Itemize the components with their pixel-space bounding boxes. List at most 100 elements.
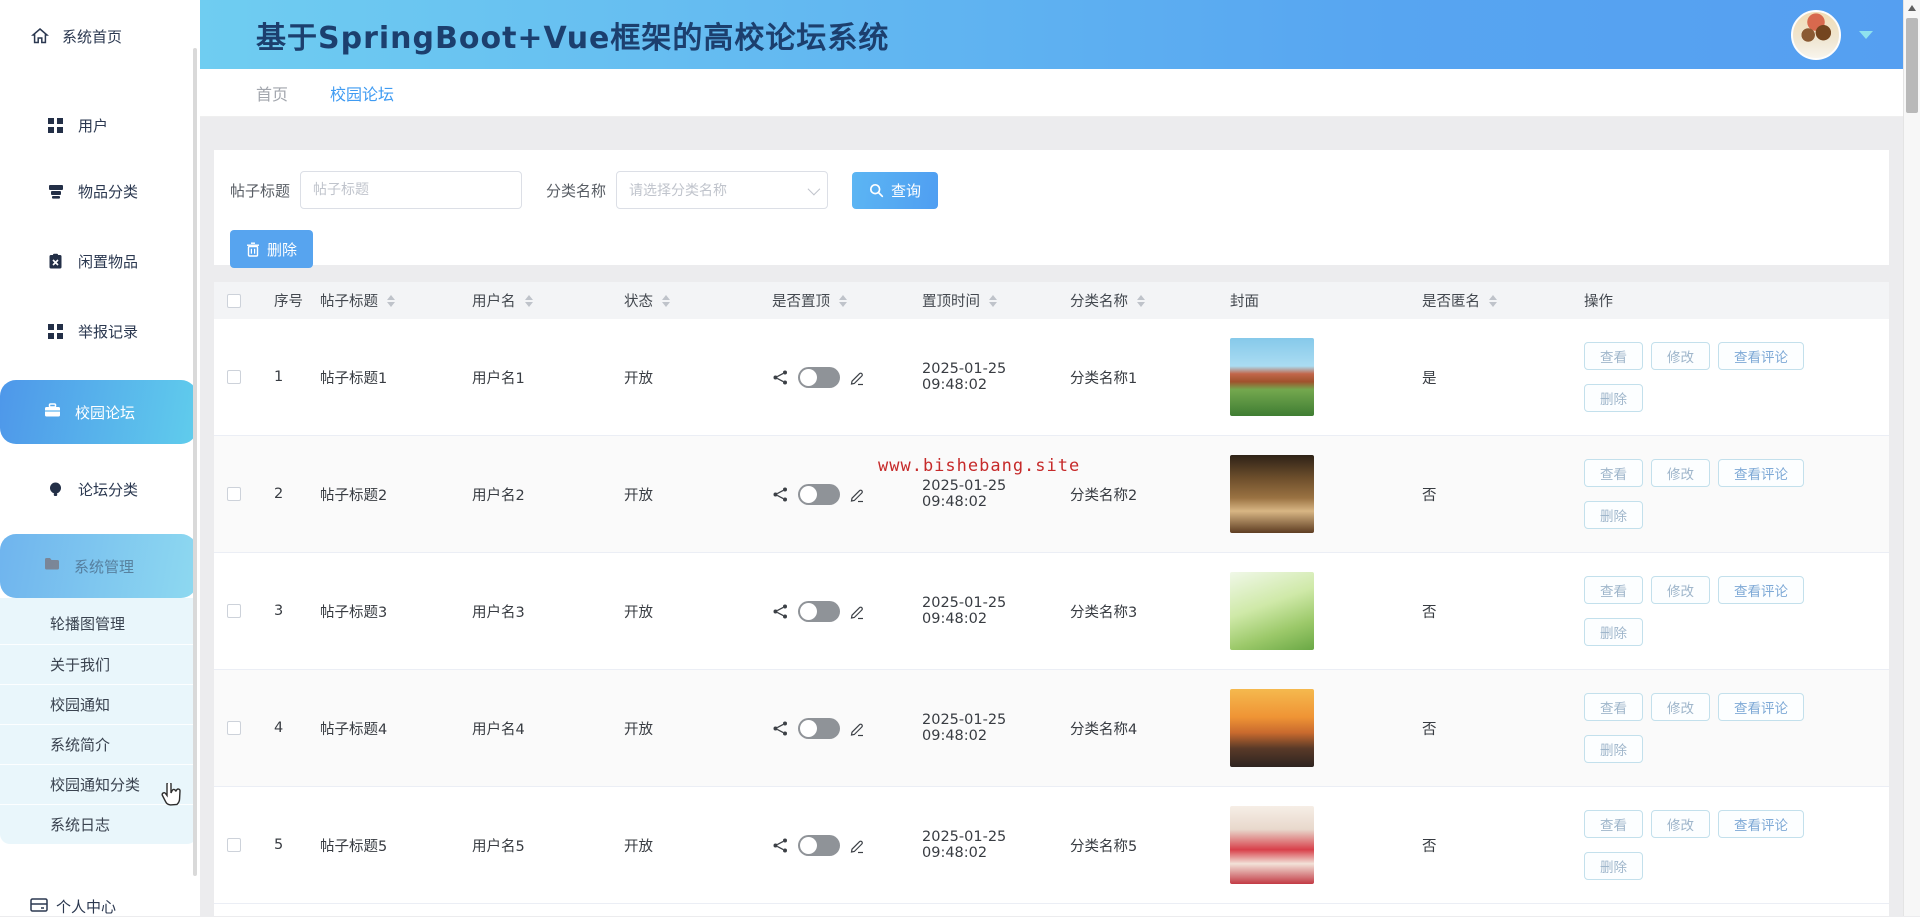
submenu-item-system-log[interactable]: 系统日志 bbox=[0, 804, 197, 844]
chevron-down-icon[interactable] bbox=[1859, 31, 1873, 39]
cover-image[interactable] bbox=[1230, 338, 1314, 416]
sidebar-scrollbar-thumb[interactable] bbox=[193, 48, 197, 876]
row-checkbox[interactable] bbox=[227, 721, 241, 735]
sidebar-item-home[interactable]: 系统首页 bbox=[0, 16, 122, 56]
column-header-anonymous[interactable]: 是否匿名 bbox=[1422, 290, 1480, 311]
sort-icon[interactable] bbox=[1137, 295, 1145, 307]
sidebar-item-personal-center[interactable]: 个人中心 bbox=[30, 896, 116, 917]
tab-campus-forum[interactable]: 校园论坛 bbox=[330, 81, 394, 105]
pin-toggle[interactable] bbox=[798, 484, 840, 505]
row-checkbox[interactable] bbox=[227, 487, 241, 501]
home-icon bbox=[30, 27, 49, 46]
sidebar-item-forum-category[interactable]: 论坛分类 bbox=[0, 458, 200, 520]
view-button[interactable]: 查看 bbox=[1584, 459, 1643, 487]
edit-pencil-icon[interactable] bbox=[849, 837, 866, 854]
delete-row-button[interactable]: 删除 bbox=[1584, 735, 1643, 763]
sort-icon[interactable] bbox=[989, 295, 997, 307]
edit-button[interactable]: 修改 bbox=[1651, 810, 1710, 838]
sidebar-item-item-category[interactable]: 物品分类 bbox=[0, 156, 200, 226]
category-select[interactable]: 请选择分类名称 bbox=[616, 171, 828, 209]
sort-icon[interactable] bbox=[662, 295, 670, 307]
posts-table: 序号 帖子标题 用户名 状态 是否置顶 置顶时间 分类名称 封面 是否匿名 操作… bbox=[214, 282, 1889, 916]
row-checkbox[interactable] bbox=[227, 838, 241, 852]
grid-icon bbox=[46, 322, 65, 341]
view-button[interactable]: 查看 bbox=[1584, 342, 1643, 370]
cover-image[interactable] bbox=[1230, 455, 1314, 533]
view-comments-button[interactable]: 查看评论 bbox=[1718, 459, 1804, 487]
delete-row-button[interactable]: 删除 bbox=[1584, 852, 1643, 880]
search-icon bbox=[869, 183, 884, 198]
sidebar-item-label: 论坛分类 bbox=[78, 479, 138, 500]
submenu-item-carousel[interactable]: 轮播图管理 bbox=[0, 604, 197, 644]
column-header-pinned[interactable]: 是否置顶 bbox=[772, 290, 830, 311]
sidebar-item-campus-forum-active[interactable]: 校园论坛 bbox=[0, 380, 197, 444]
submenu-item-about-us[interactable]: 关于我们 bbox=[0, 644, 197, 684]
column-header-category[interactable]: 分类名称 bbox=[1070, 290, 1128, 311]
sidebar-item-users[interactable]: 用户 bbox=[0, 94, 200, 156]
view-button[interactable]: 查看 bbox=[1584, 810, 1643, 838]
cover-image[interactable] bbox=[1230, 689, 1314, 767]
view-comments-button[interactable]: 查看评论 bbox=[1718, 576, 1804, 604]
edit-button[interactable]: 修改 bbox=[1651, 342, 1710, 370]
column-header-pin-time[interactable]: 置顶时间 bbox=[922, 290, 980, 311]
post-title-input[interactable] bbox=[300, 171, 522, 209]
sidebar-item-idle-items[interactable]: 闲置物品 bbox=[0, 226, 200, 296]
delete-button-label: 删除 bbox=[267, 239, 297, 260]
sort-icon[interactable] bbox=[387, 295, 395, 307]
view-comments-button[interactable]: 查看评论 bbox=[1718, 810, 1804, 838]
edit-pencil-icon[interactable] bbox=[849, 603, 866, 620]
delete-row-button[interactable]: 删除 bbox=[1584, 618, 1643, 646]
sidebar-item-reports[interactable]: 举报记录 bbox=[0, 296, 200, 366]
share-icon[interactable] bbox=[772, 603, 789, 620]
delete-row-button[interactable]: 删除 bbox=[1584, 501, 1643, 529]
edit-pencil-icon[interactable] bbox=[849, 720, 866, 737]
submenu-item-system-intro[interactable]: 系统简介 bbox=[0, 724, 197, 764]
table-row: 4 帖子标题4 用户名4 开放 2025-01-25 09:48:02 分类名称… bbox=[214, 670, 1889, 787]
pin-toggle[interactable] bbox=[798, 601, 840, 622]
table-row: 3 帖子标题3 用户名3 开放 2025-01-25 09:48:02 分类名称… bbox=[214, 553, 1889, 670]
submenu-item-campus-notice[interactable]: 校园通知 bbox=[0, 684, 197, 724]
page-scrollbar[interactable] bbox=[1903, 0, 1920, 916]
query-button[interactable]: 查询 bbox=[852, 172, 938, 209]
share-icon[interactable] bbox=[772, 486, 789, 503]
edit-button[interactable]: 修改 bbox=[1651, 459, 1710, 487]
share-icon[interactable] bbox=[772, 720, 789, 737]
row-checkbox[interactable] bbox=[227, 370, 241, 384]
avatar[interactable] bbox=[1791, 10, 1841, 60]
tab-home[interactable]: 首页 bbox=[256, 81, 288, 105]
sort-icon[interactable] bbox=[839, 295, 847, 307]
cover-image[interactable] bbox=[1230, 806, 1314, 884]
edit-pencil-icon[interactable] bbox=[849, 486, 866, 503]
delete-row-button[interactable]: 删除 bbox=[1584, 384, 1643, 412]
edit-button[interactable]: 修改 bbox=[1651, 576, 1710, 604]
folder-icon bbox=[43, 555, 61, 577]
column-header-username[interactable]: 用户名 bbox=[472, 290, 516, 311]
select-all-checkbox[interactable] bbox=[227, 294, 241, 308]
share-icon[interactable] bbox=[772, 837, 789, 854]
view-button[interactable]: 查看 bbox=[1584, 693, 1643, 721]
edit-button[interactable]: 修改 bbox=[1651, 693, 1710, 721]
sort-icon[interactable] bbox=[1489, 295, 1497, 307]
sort-icon[interactable] bbox=[525, 295, 533, 307]
share-icon[interactable] bbox=[772, 369, 789, 386]
edit-pencil-icon[interactable] bbox=[849, 369, 866, 386]
pin-toggle[interactable] bbox=[798, 718, 840, 739]
row-checkbox[interactable] bbox=[227, 604, 241, 618]
sidebar-item-system-management[interactable]: 系统管理 bbox=[0, 534, 197, 598]
trash-icon bbox=[246, 242, 260, 257]
column-header-status[interactable]: 状态 bbox=[624, 290, 653, 311]
post-title: 帖子标题2 bbox=[310, 484, 462, 505]
view-button[interactable]: 查看 bbox=[1584, 576, 1643, 604]
pin-toggle[interactable] bbox=[798, 835, 840, 856]
username: 用户名5 bbox=[462, 835, 614, 856]
view-comments-button[interactable]: 查看评论 bbox=[1718, 693, 1804, 721]
column-header-cover: 封面 bbox=[1230, 290, 1259, 311]
view-comments-button[interactable]: 查看评论 bbox=[1718, 342, 1804, 370]
cover-image[interactable] bbox=[1230, 572, 1314, 650]
scrollbar-thumb[interactable] bbox=[1906, 18, 1918, 113]
card-icon bbox=[30, 897, 48, 917]
delete-button[interactable]: 删除 bbox=[230, 230, 313, 268]
scrollbar-up-arrow[interactable] bbox=[1904, 0, 1920, 16]
column-header-title[interactable]: 帖子标题 bbox=[320, 290, 378, 311]
pin-toggle[interactable] bbox=[798, 367, 840, 388]
